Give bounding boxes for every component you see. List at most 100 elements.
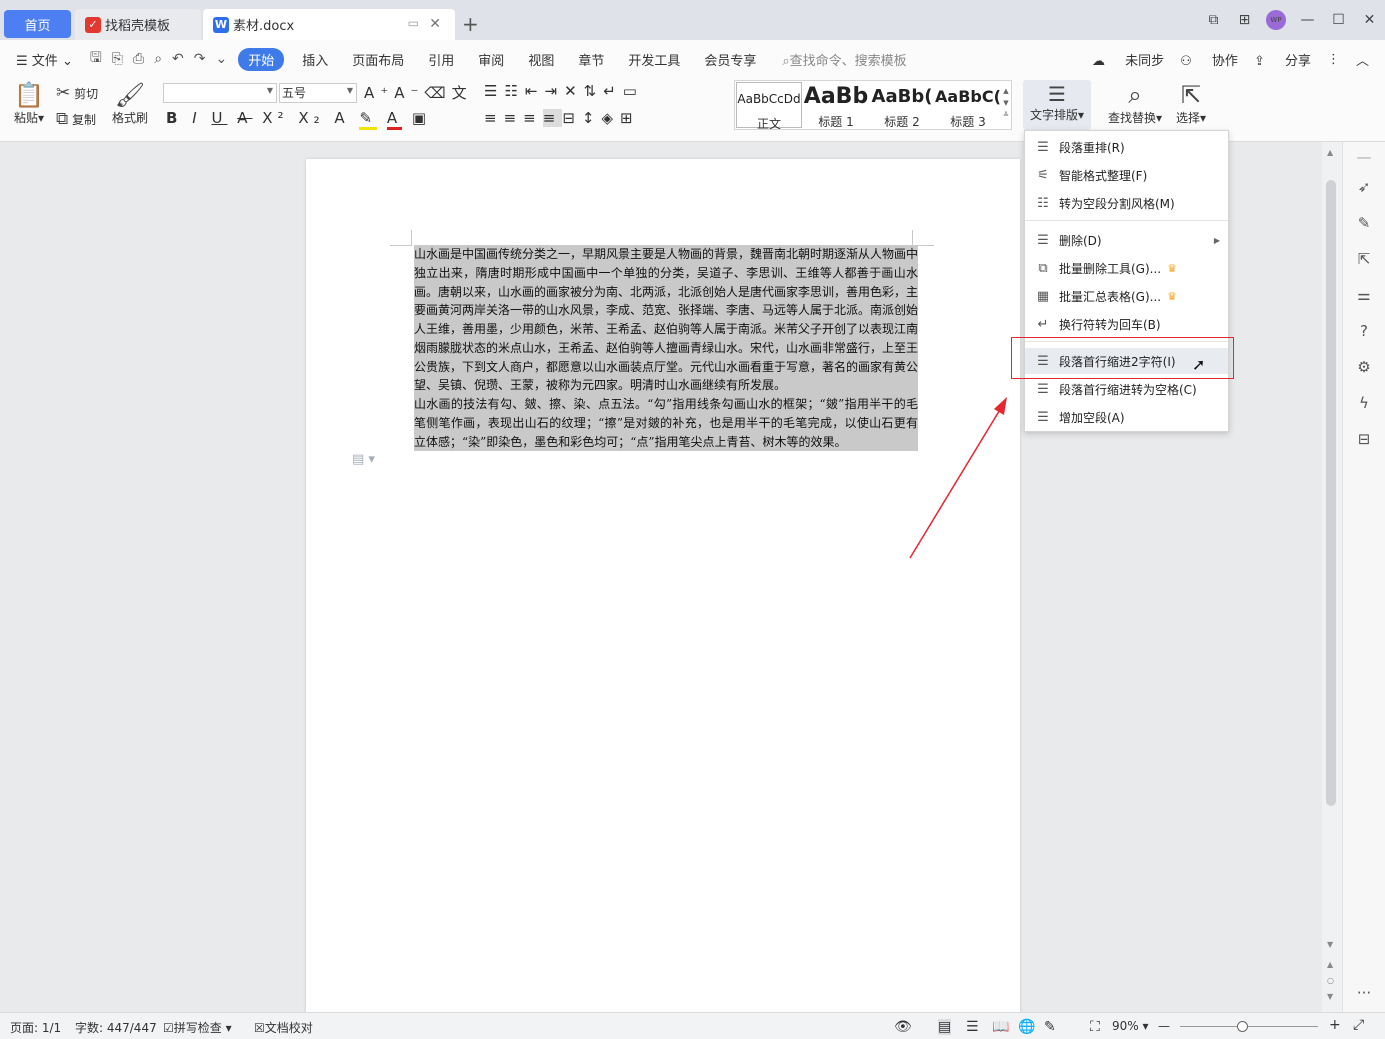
vertical-scrollbar[interactable]: ▲ ▼ ▲ ○ ▼ (1322, 142, 1342, 1012)
show-marks-icon[interactable]: ↵ (603, 82, 623, 100)
subscript-icon[interactable]: X₂ (298, 109, 324, 127)
font-color-icon[interactable]: A (386, 109, 403, 130)
menu-tab-insert[interactable]: 插入 (290, 50, 340, 69)
paragraph-1[interactable]: 山水画是中国画传统分类之一，早期风景主要是人物画的背景，魏晋南北朝时期逐渐从人物… (414, 245, 918, 395)
print-preview-icon[interactable]: ⌕ (149, 51, 167, 67)
minimize-icon[interactable]: — (1292, 12, 1323, 28)
fit-page-icon[interactable]: ⛶ (1090, 1019, 1100, 1035)
page-view-icon[interactable]: ▤ (938, 1019, 952, 1035)
font-size-select[interactable]: 五号 ▼ (279, 83, 357, 103)
more-tools-icon[interactable]: ··· (1354, 984, 1374, 1002)
doc-check-button[interactable]: ☒文档校对 (254, 1019, 313, 1036)
paragraph-2[interactable]: 山水画的技法有勾、皴、擦、染、点五法。“勾”指用线条勾画山水的框架；“皴”指用半… (414, 395, 918, 452)
new-tab-icon[interactable]: + (462, 12, 479, 36)
chevron-down-icon[interactable]: ▼ (1001, 97, 1011, 109)
help-icon[interactable]: ? (1354, 322, 1374, 340)
next-page-icon[interactable]: ▼ (1327, 992, 1333, 1001)
document-page[interactable]: ▤ ▾ 山水画是中国画传统分类之一，早期风景主要是人物画的背景，魏晋南北朝时期逐… (306, 159, 1020, 1019)
collapse-ribbon-icon[interactable]: ︿ (1356, 50, 1369, 69)
cursor-select-icon[interactable]: ⇱ (1354, 250, 1374, 268)
menu-tab-member[interactable]: 会员专享 (692, 50, 768, 69)
select-browse-icon[interactable]: ○ (1327, 976, 1334, 985)
reading-view-icon[interactable]: 📖 (992, 1019, 1009, 1035)
expand-styles-icon[interactable]: ≚ (1001, 109, 1011, 121)
zoom-slider[interactable] (1180, 1026, 1318, 1027)
font-name-select[interactable]: ▼ (163, 83, 277, 103)
collaborate-button[interactable]: ⚇ 协作 (1180, 50, 1238, 69)
scroll-down-icon[interactable]: ▼ (1327, 940, 1333, 949)
shading-icon[interactable]: ◈ (601, 109, 620, 127)
menu-tab-review[interactable]: 审阅 (466, 50, 516, 69)
increase-indent-icon[interactable]: ⇥ (544, 82, 564, 100)
outline-view-icon[interactable]: ☰ (966, 1019, 979, 1035)
word-count[interactable]: 字数: 447/447 (75, 1019, 157, 1036)
quick-access-dropdown-icon[interactable]: ⌄ (211, 51, 233, 67)
eye-protect-icon[interactable]: 👁 (894, 1019, 912, 1035)
bold-icon[interactable]: B (166, 109, 182, 127)
menu-item-smart-format[interactable]: ⚟ 智能格式整理(F) (1025, 162, 1228, 188)
format-painter-button[interactable]: 🖌 格式刷 (110, 81, 150, 126)
dock-icon[interactable]: ▭ (408, 16, 419, 30)
style-heading-2[interactable]: AaBb( 标题 2 (869, 81, 935, 129)
menu-item-indent-to-space[interactable]: ☰ 段落首行缩进转为空格(C) (1025, 376, 1228, 402)
share-button[interactable]: ⇪ 分享 (1254, 50, 1311, 69)
menu-tab-section[interactable]: 章节 (566, 50, 616, 69)
strikethrough-icon[interactable]: A (237, 109, 252, 127)
style-heading-3[interactable]: AaBbC( 标题 3 (935, 81, 1001, 129)
cut-button[interactable]: ✂ 剪切 (56, 83, 98, 103)
paragraph-layout-icon[interactable]: ▤ ▾ (352, 452, 375, 467)
scroll-up-icon[interactable]: ▲ (1327, 148, 1333, 157)
numbered-list-icon[interactable]: ☷ (504, 82, 524, 100)
zoom-level[interactable]: 90% ▾ (1112, 1019, 1149, 1033)
italic-icon[interactable]: I (192, 109, 201, 127)
lightning-icon[interactable]: ϟ (1354, 394, 1374, 412)
select-button[interactable]: ⇱ 选择▾ (1174, 81, 1208, 126)
menu-tab-start[interactable]: 开始 (238, 47, 285, 71)
clear-format-icon[interactable]: ⌫ (424, 84, 451, 102)
web-view-icon[interactable]: 🌐 (1018, 1019, 1035, 1035)
superscript-icon[interactable]: X² (262, 109, 288, 127)
page-count[interactable]: 页面: 1/1 (10, 1019, 61, 1036)
zoom-out-icon[interactable]: — (1158, 1019, 1170, 1033)
menu-item-batch-delete[interactable]: ⧉ 批量删除工具(G)... ♛ (1025, 255, 1228, 281)
copy-button[interactable]: ⧉ 复制 (56, 109, 96, 129)
maximize-icon[interactable]: ☐ (1323, 12, 1354, 28)
prev-page-icon[interactable]: ▲ (1327, 960, 1333, 969)
menu-tab-view[interactable]: 视图 (516, 50, 566, 69)
menu-item-paragraph-rearrange[interactable]: ☰ 段落重排(R) (1025, 134, 1228, 160)
close-tab-icon[interactable]: ✕ (429, 16, 441, 32)
command-search[interactable]: ⌕查找命令、搜索模板 (782, 50, 906, 69)
undo-icon[interactable]: ↶ (167, 51, 189, 67)
find-replace-button[interactable]: ⌕ 查找替换▾ (1106, 81, 1164, 126)
redo-icon[interactable]: ↷ (189, 51, 211, 67)
pen-icon[interactable]: ✎ (1354, 214, 1374, 232)
tab-template[interactable]: ✓ 找稻壳模板 (75, 9, 201, 40)
line-spacing-icon[interactable]: ↕ (582, 109, 602, 127)
tab-home[interactable]: 首页 (4, 10, 71, 38)
menu-tab-layout[interactable]: 页面布局 (340, 50, 416, 69)
adjust-icon[interactable]: ⚌ (1354, 286, 1374, 304)
menu-item-batch-table[interactable]: ▦ 批量汇总表格(G)... ♛ (1025, 283, 1228, 309)
rocket-icon[interactable]: ➶ (1354, 178, 1374, 196)
phonetic-icon[interactable]: 文 (452, 84, 473, 102)
align-left-icon[interactable]: ≡ (484, 109, 504, 127)
table-ruler-icon[interactable]: ▭ (623, 82, 644, 100)
tab-document[interactable]: W 素材.docx ▭ ✕ (203, 9, 455, 40)
chinese-layout-icon[interactable]: ✕ (564, 82, 584, 100)
zoom-in-icon[interactable]: + (1329, 1017, 1341, 1033)
align-center-icon[interactable]: ≡ (504, 109, 524, 127)
fullscreen-icon[interactable]: ⤢ (1353, 1017, 1364, 1033)
borders-icon[interactable]: ⊞ (620, 109, 640, 127)
chevron-up-icon[interactable]: ▲ (1001, 85, 1011, 97)
zoom-slider-knob[interactable] (1237, 1021, 1248, 1032)
menu-item-delete[interactable]: ☰ 删除(D) ▶ (1025, 227, 1228, 253)
underline-icon[interactable]: U (211, 109, 227, 127)
book-icon[interactable]: ⊟ (1354, 430, 1374, 448)
menu-item-empty-paragraph-style[interactable]: ☷ 转为空段分割风格(M) (1025, 190, 1228, 216)
sync-status[interactable]: ☁ 未同步 (1092, 50, 1164, 69)
grow-font-icon[interactable]: A⁺ (364, 84, 394, 102)
close-window-icon[interactable]: ✕ (1354, 12, 1385, 28)
menu-tab-references[interactable]: 引用 (416, 50, 466, 69)
text-effect-icon[interactable]: A (334, 109, 349, 127)
scrollbar-thumb[interactable] (1326, 180, 1336, 806)
